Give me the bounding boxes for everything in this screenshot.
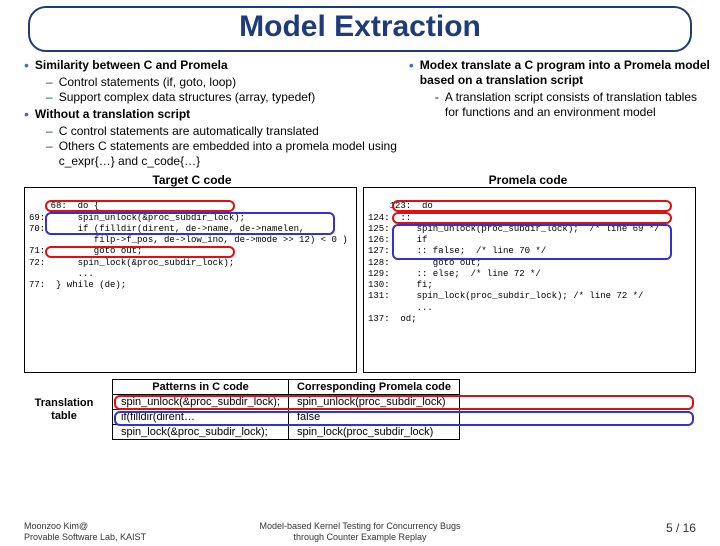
- table-header-2: Corresponding Promela code: [288, 380, 459, 395]
- promela-code: 123: do 124: :: 125: spin_unlock(proc_su…: [363, 187, 696, 373]
- code-header-right: Promela code: [360, 173, 696, 187]
- footer-page: 5 / 16: [498, 521, 696, 542]
- table-row: Patterns in C code Corresponding Promela…: [113, 380, 460, 395]
- right-column: •Modex translate a C program into a Prom…: [409, 58, 712, 169]
- footer-left: Moonzoo Kim@ Provable Software Lab, KAIS…: [24, 521, 222, 542]
- left-sub-1: Control statements (if, goto, loop): [59, 75, 236, 90]
- bullet-icon: •: [409, 58, 414, 88]
- slide-title: Model Extraction: [30, 10, 690, 44]
- cell-r2c2: false: [288, 410, 459, 425]
- bullet-icon: •: [24, 107, 29, 122]
- dash-icon: –: [46, 139, 53, 169]
- c-code-text: 68: do { 69: spin_unlock(&proc_subdir_lo…: [29, 201, 348, 290]
- table-header-1: Patterns in C code: [113, 380, 289, 395]
- dash-icon: –: [46, 124, 53, 139]
- cell-r3c2: spin_lock(proc_subdir_lock): [288, 425, 459, 440]
- left-sub-4: Others C statements are embedded into a …: [59, 139, 403, 169]
- translation-table: Patterns in C code Corresponding Promela…: [112, 379, 460, 440]
- right-bullet-1: Modex translate a C program into a Prome…: [420, 58, 712, 88]
- cell-r1c1: spin_unlock(&proc_subdir_lock);: [113, 395, 289, 410]
- table-wrapper: Patterns in C code Corresponding Promela…: [112, 379, 696, 440]
- right-sub-1: A translation script consists of transla…: [445, 90, 712, 120]
- dash-icon: –: [46, 75, 53, 90]
- left-sub-3: C control statements are automatically t…: [59, 124, 319, 139]
- left-bullet-2: Without a translation script: [35, 107, 190, 122]
- table-row: if(filldir(dirent… false: [113, 410, 460, 425]
- table-row: spin_unlock(&proc_subdir_lock); spin_unl…: [113, 395, 460, 410]
- target-c-code: 68: do { 69: spin_unlock(&proc_subdir_lo…: [24, 187, 357, 373]
- code-headers: Target C code Promela code: [24, 173, 696, 187]
- highlight-red-icon: [392, 212, 672, 224]
- cell-r3c1: spin_lock(&proc_subdir_lock);: [113, 425, 289, 440]
- content-columns: •Similarity between C and Promela –Contr…: [24, 58, 712, 169]
- bullet-icon: •: [24, 58, 29, 73]
- footer-center: Model-based Kernel Testing for Concurren…: [222, 521, 499, 542]
- highlight-red-icon: [392, 200, 672, 212]
- left-bullet-1: Similarity between C and Promela: [35, 58, 228, 73]
- title-container: Model Extraction: [28, 6, 692, 52]
- footer: Moonzoo Kim@ Provable Software Lab, KAIS…: [0, 521, 720, 542]
- translation-section: Translation table Patterns in C code Cor…: [24, 379, 696, 440]
- dash-icon: –: [46, 90, 53, 105]
- code-row: 68: do { 69: spin_unlock(&proc_subdir_lo…: [24, 187, 696, 373]
- promela-code-text: 123: do 124: :: 125: spin_unlock(proc_su…: [368, 201, 660, 324]
- cell-r2c1: if(filldir(dirent…: [113, 410, 289, 425]
- cell-r1c2: spin_unlock(proc_subdir_lock): [288, 395, 459, 410]
- dash-icon: -: [435, 90, 439, 120]
- translation-label: Translation table: [24, 397, 104, 422]
- code-header-left: Target C code: [24, 173, 360, 187]
- left-column: •Similarity between C and Promela –Contr…: [24, 58, 403, 169]
- left-sub-2: Support complex data structures (array, …: [59, 90, 316, 105]
- table-row: spin_lock(&proc_subdir_lock); spin_lock(…: [113, 425, 460, 440]
